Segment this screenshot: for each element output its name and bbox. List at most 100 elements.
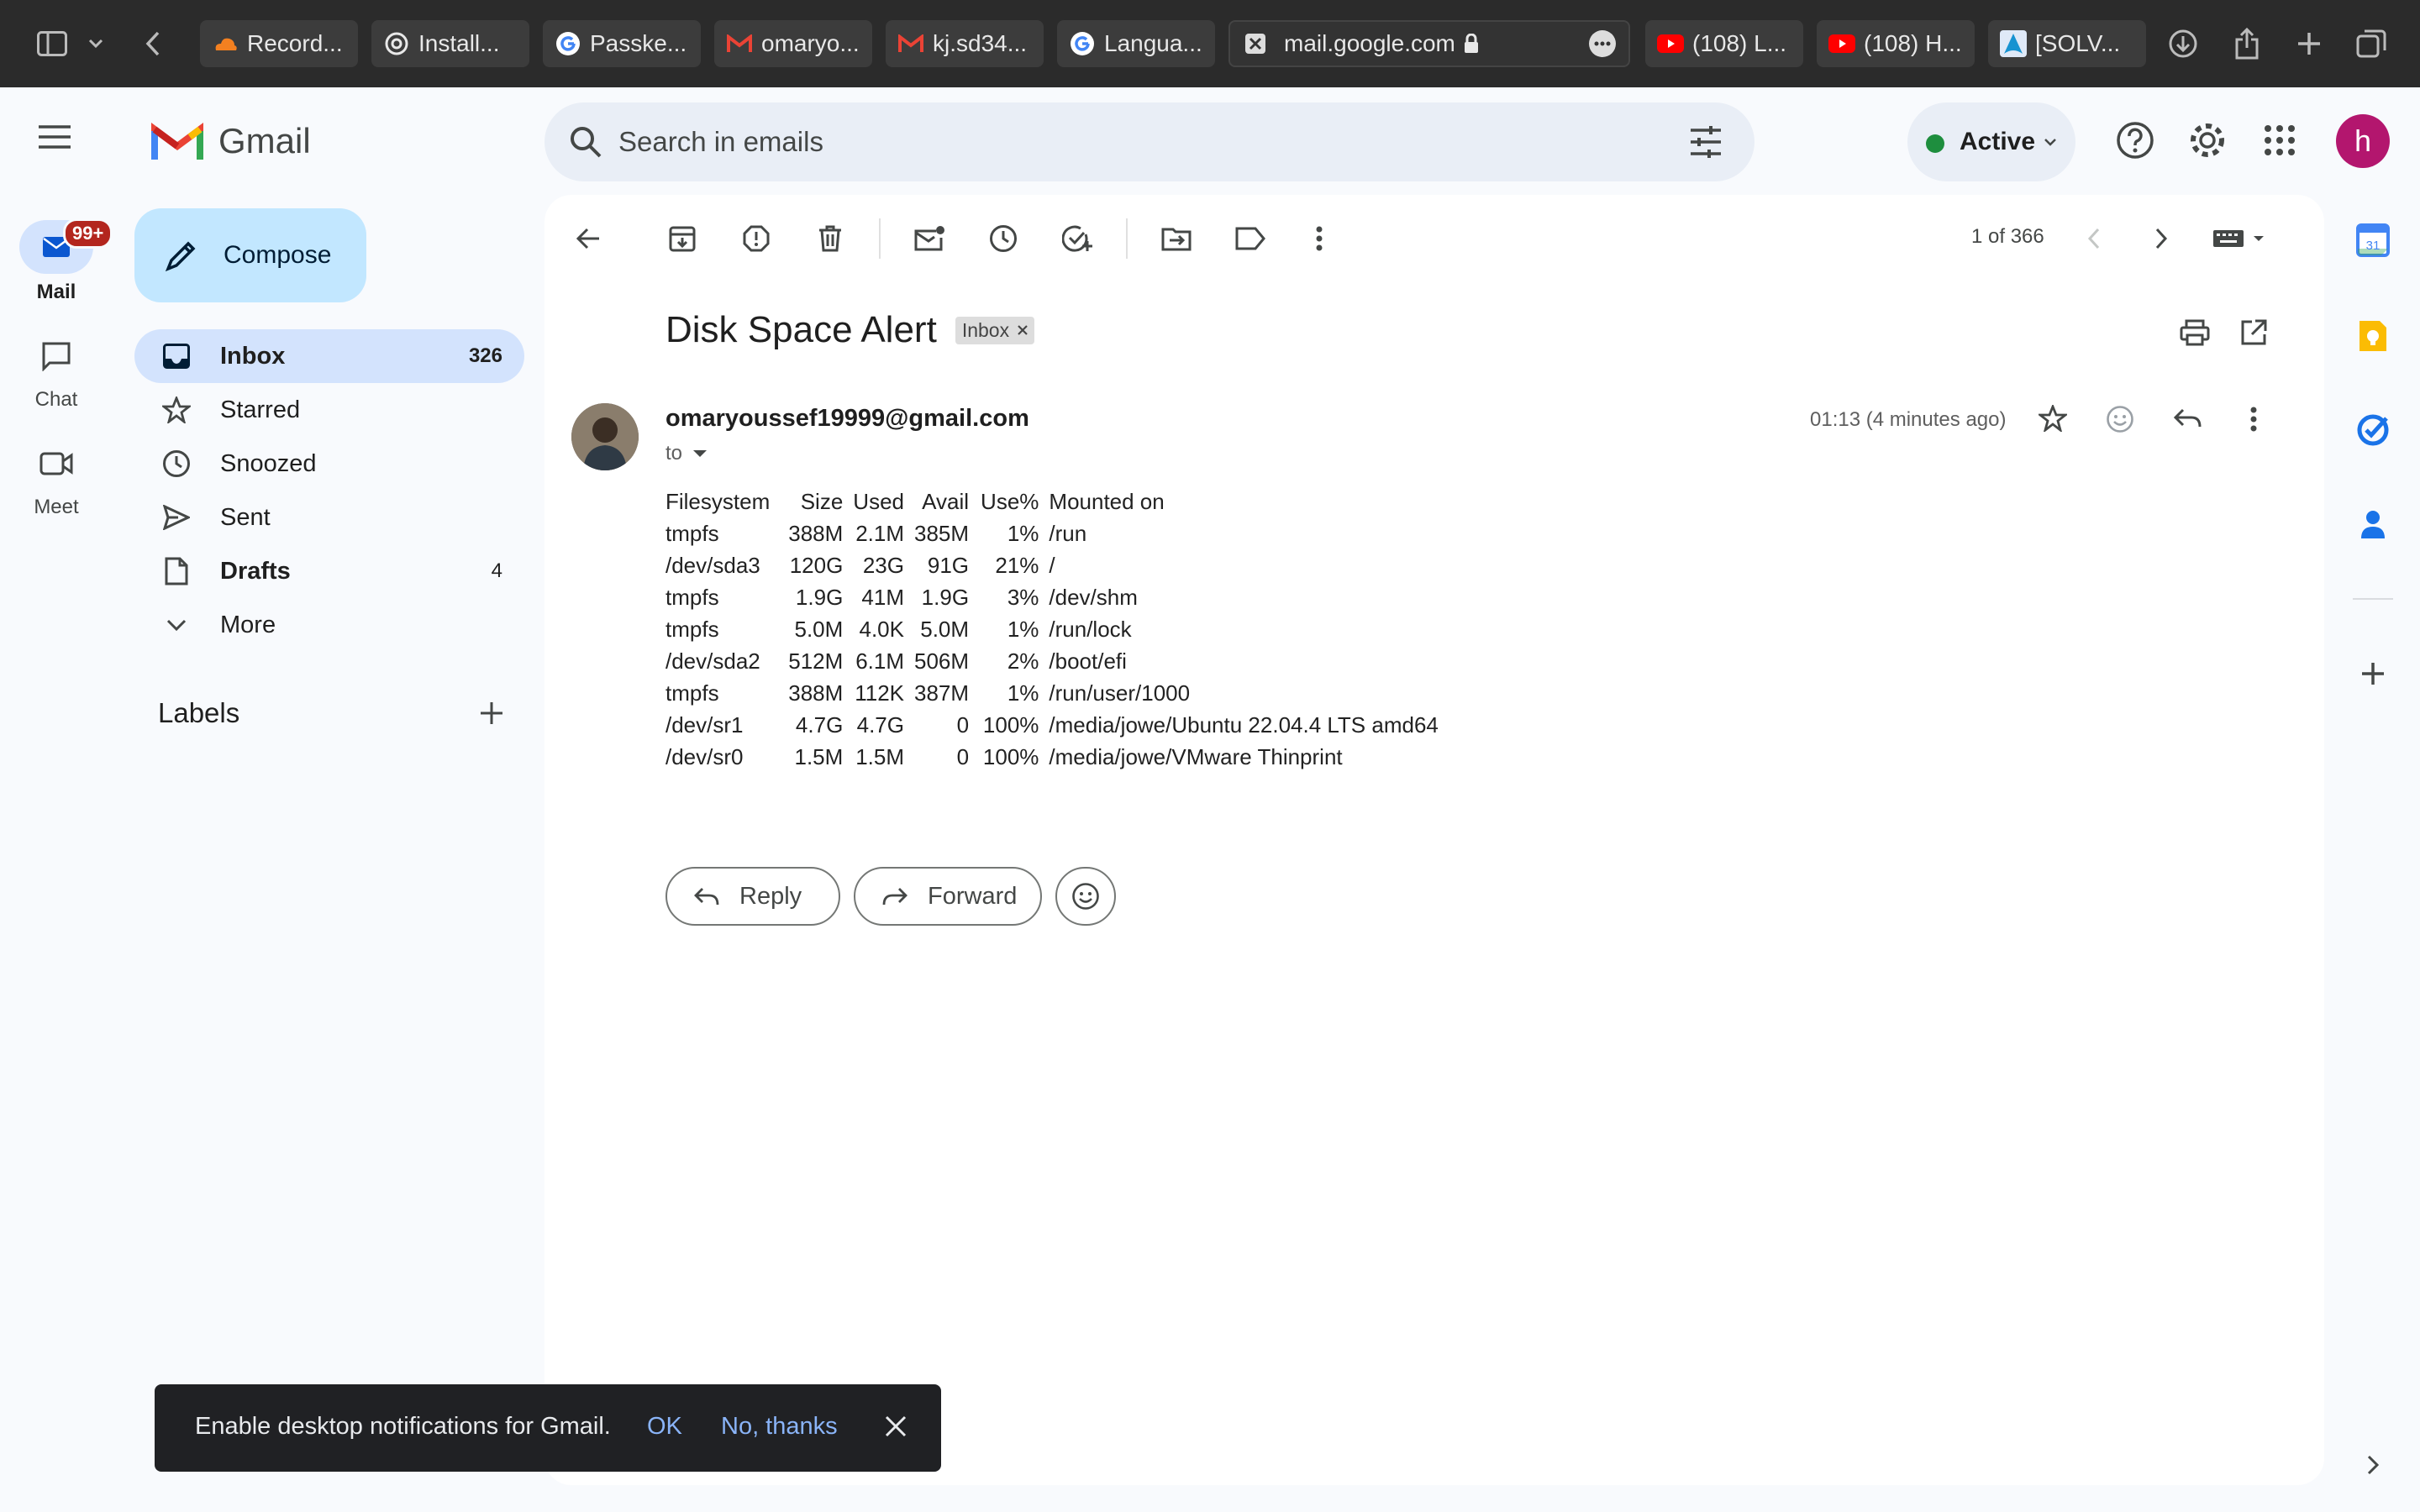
add-task-icon[interactable] bbox=[1052, 213, 1102, 264]
disk-usage-cell: 120G bbox=[789, 553, 844, 578]
share-icon[interactable] bbox=[2228, 25, 2265, 62]
recipients-toggle[interactable]: to bbox=[666, 442, 708, 465]
avatar[interactable]: h bbox=[2336, 114, 2390, 168]
main-menu-icon[interactable] bbox=[37, 124, 72, 150]
tab-overview-icon[interactable] bbox=[2353, 25, 2390, 62]
reply-icon[interactable] bbox=[2173, 407, 2202, 430]
more-vert-icon[interactable] bbox=[2250, 407, 2257, 432]
emoji-reaction-button[interactable] bbox=[1055, 867, 1116, 926]
search-bar[interactable]: Search in emails bbox=[544, 102, 1754, 181]
disk-usage-cell: 21% bbox=[995, 553, 1039, 578]
keep-icon[interactable] bbox=[2351, 314, 2395, 358]
disk-usage-cell: 3% bbox=[1007, 585, 1039, 610]
nav-snoozed[interactable]: Snoozed bbox=[134, 437, 524, 491]
add-label-icon[interactable] bbox=[479, 701, 504, 726]
input-tools-icon[interactable] bbox=[2203, 213, 2279, 264]
browser-tab[interactable]: kj.sd34... bbox=[886, 20, 1044, 67]
nav-drafts[interactable]: Drafts 4 bbox=[134, 544, 524, 598]
body-line: /dev/sr0 1.5M 1.5M 0 100% /media/jowe/VMware … bbox=[666, 741, 1439, 773]
sidebar-toggle-icon[interactable] bbox=[34, 25, 71, 62]
emoji-reaction-icon[interactable] bbox=[2106, 405, 2134, 433]
toast-dismiss-button[interactable]: No, thanks bbox=[721, 1413, 838, 1441]
status-selector[interactable]: Active bbox=[1907, 102, 2075, 181]
browser-tab[interactable]: [SOLV... bbox=[1988, 20, 2146, 67]
new-tab-icon[interactable] bbox=[2291, 25, 2328, 62]
browser-tab[interactable]: (108) H... bbox=[1817, 20, 1975, 67]
cloudflare-icon bbox=[212, 30, 239, 57]
nav-more[interactable]: More bbox=[134, 598, 524, 652]
settings-icon[interactable] bbox=[2188, 121, 2227, 160]
nav-inbox[interactable]: Inbox 326 bbox=[134, 329, 524, 383]
back-icon[interactable] bbox=[563, 213, 613, 264]
browser-tab[interactable]: Install... bbox=[371, 20, 529, 67]
disk-usage-cell: 100% bbox=[982, 744, 1039, 769]
search-options-icon[interactable] bbox=[1689, 126, 1723, 158]
disk-usage-cell: 5.0M bbox=[794, 617, 844, 642]
label-icon[interactable] bbox=[1225, 213, 1276, 264]
close-icon[interactable] bbox=[1242, 30, 1269, 57]
compose-button[interactable]: Compose bbox=[134, 208, 366, 302]
toast-ok-button[interactable]: OK bbox=[647, 1413, 682, 1441]
browser-tab[interactable]: omaryo... bbox=[714, 20, 872, 67]
print-icon[interactable] bbox=[2180, 319, 2210, 346]
disk-usage-cell: 0 bbox=[956, 744, 970, 769]
clock-icon bbox=[161, 449, 192, 479]
rail-chat[interactable]: Chat bbox=[0, 329, 113, 412]
more-icon[interactable] bbox=[1588, 29, 1617, 58]
calendar-icon[interactable]: 31 bbox=[2351, 218, 2395, 262]
archive-icon[interactable] bbox=[657, 213, 708, 264]
body-line: /dev/sr1 4.7G 4.7G 0 100% /media/jowe/Ubuntu … bbox=[666, 709, 1439, 741]
sender-email[interactable]: omaryoussef19999@gmail.com bbox=[666, 405, 1029, 433]
browser-tab[interactable]: Record... bbox=[200, 20, 358, 67]
browser-tab[interactable]: (108) L... bbox=[1645, 20, 1803, 67]
reply-button[interactable]: Reply bbox=[666, 867, 840, 926]
google-icon bbox=[555, 30, 581, 57]
search-icon[interactable] bbox=[568, 124, 603, 160]
nav-starred[interactable]: Starred bbox=[134, 383, 524, 437]
snooze-icon[interactable] bbox=[978, 213, 1028, 264]
gmail-icon bbox=[151, 121, 203, 161]
disk-usage-cell: 1.5M bbox=[794, 744, 844, 769]
older-icon[interactable] bbox=[2136, 213, 2186, 264]
chevron-right-icon[interactable] bbox=[2351, 1443, 2395, 1487]
star-icon[interactable] bbox=[2039, 405, 2067, 432]
help-icon[interactable] bbox=[2116, 121, 2154, 160]
delete-icon[interactable] bbox=[805, 213, 855, 264]
add-addon-icon[interactable] bbox=[2351, 652, 2395, 696]
arch-icon bbox=[2000, 30, 2027, 57]
close-icon[interactable] bbox=[1018, 325, 1028, 335]
back-icon[interactable] bbox=[134, 25, 171, 62]
rail-meet[interactable]: Meet bbox=[0, 437, 113, 519]
disk-usage-cell: 1.5M bbox=[855, 744, 904, 769]
browser-tab[interactable]: Langua... bbox=[1057, 20, 1215, 67]
browser-tab[interactable]: Passke... bbox=[543, 20, 701, 67]
apps-grid-icon[interactable] bbox=[2264, 124, 2296, 156]
disk-usage-cell: 1% bbox=[1007, 617, 1039, 642]
forward-label: Forward bbox=[928, 882, 1018, 910]
more-vert-icon[interactable] bbox=[1294, 213, 1344, 264]
body-line: /dev/sda2 512M 6.1M 506M 2% /boot/efi bbox=[666, 645, 1439, 677]
close-icon[interactable] bbox=[884, 1415, 908, 1438]
disk-usage-cell: 1.9G bbox=[921, 585, 970, 610]
mark-unread-icon[interactable] bbox=[904, 213, 955, 264]
google-icon bbox=[1069, 30, 1096, 57]
gmail-logo[interactable]: Gmail bbox=[151, 121, 311, 161]
newer-icon[interactable] bbox=[2069, 213, 2119, 264]
inbox-icon bbox=[161, 341, 192, 371]
download-icon[interactable] bbox=[2165, 25, 2202, 62]
address-bar-tab[interactable]: mail.google.com bbox=[1228, 20, 1630, 67]
rail-chat-label: Chat bbox=[34, 388, 78, 411]
chevron-down-icon[interactable] bbox=[81, 25, 111, 62]
search-input[interactable]: Search in emails bbox=[618, 126, 823, 158]
sender-avatar[interactable] bbox=[571, 403, 639, 470]
contacts-icon[interactable] bbox=[2351, 502, 2395, 546]
forward-button[interactable]: Forward bbox=[854, 867, 1042, 926]
disk-usage-cell: 5.0M bbox=[920, 617, 970, 642]
move-to-icon[interactable] bbox=[1151, 213, 1202, 264]
open-new-window-icon[interactable] bbox=[2240, 319, 2267, 346]
nav-sent[interactable]: Sent bbox=[134, 491, 524, 544]
tasks-icon[interactable] bbox=[2351, 408, 2395, 452]
report-spam-icon[interactable] bbox=[731, 213, 781, 264]
rail-mail[interactable]: 99+ Mail bbox=[0, 218, 113, 304]
disk-usage-cell: 4.7G bbox=[856, 712, 904, 738]
